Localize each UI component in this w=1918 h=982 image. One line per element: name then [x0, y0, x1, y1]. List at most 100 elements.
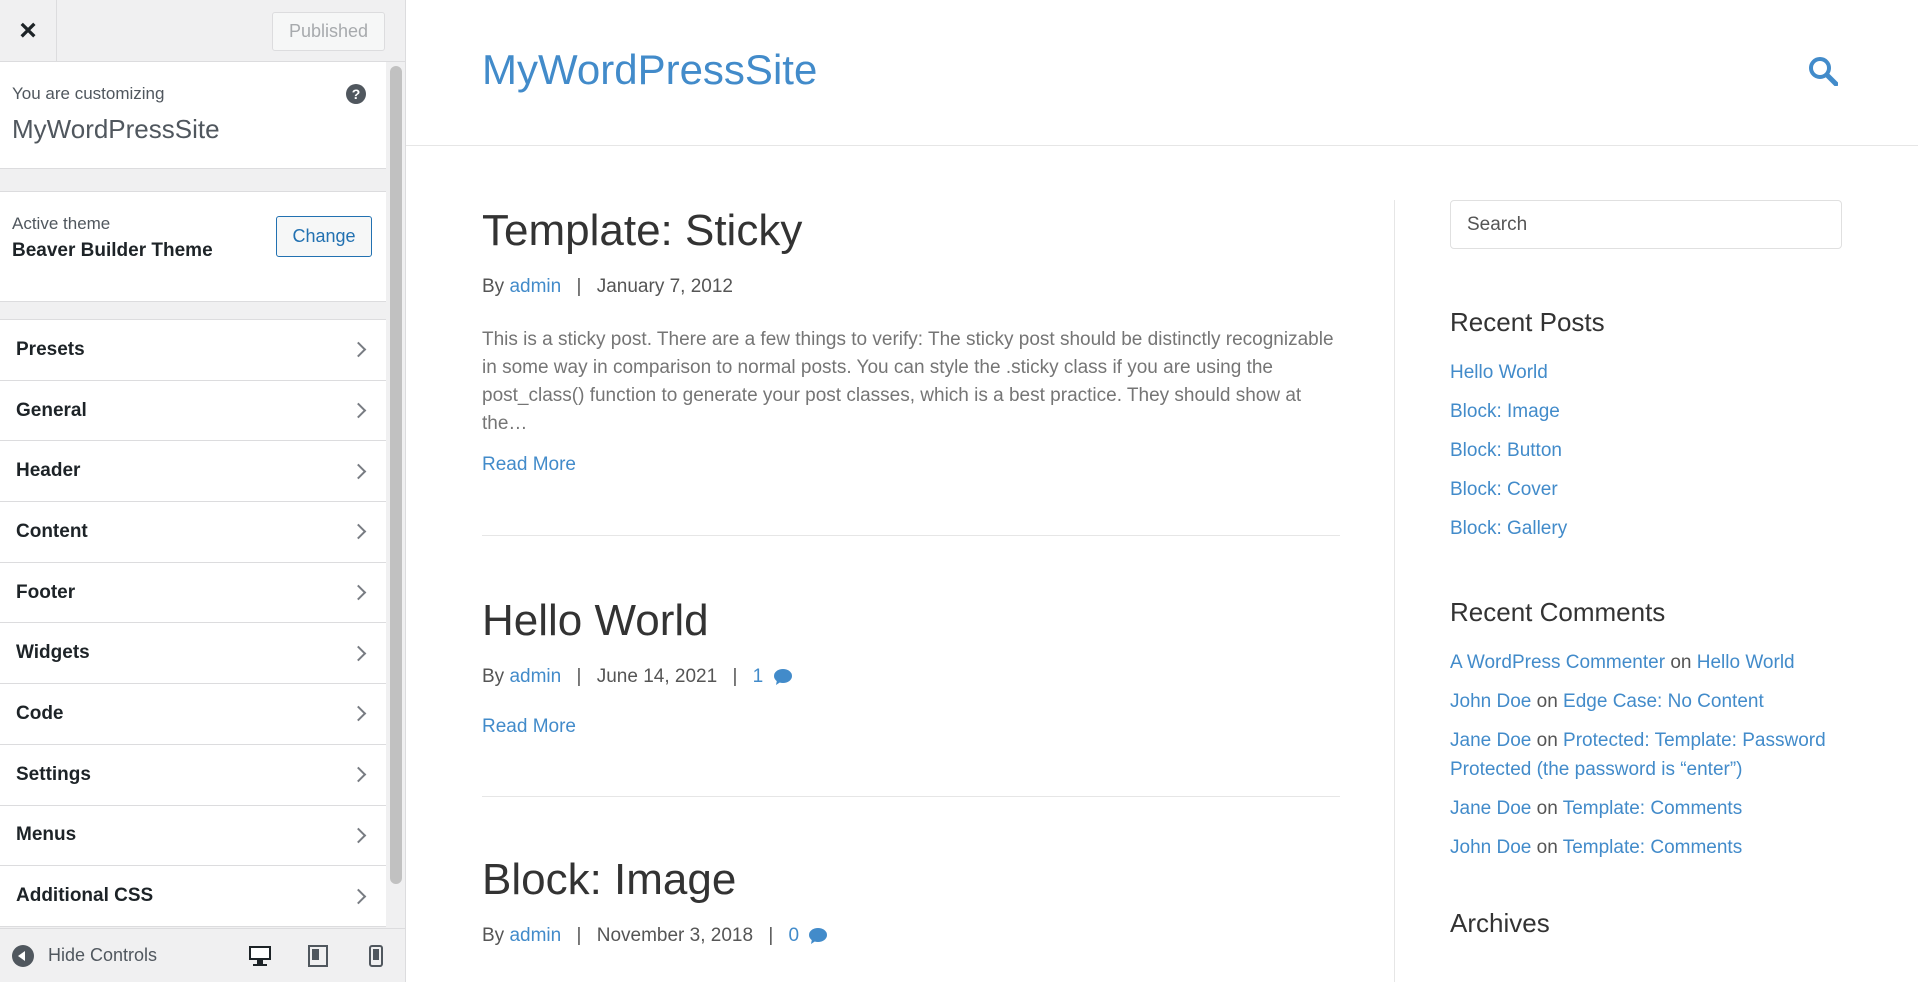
- customizer-sidebar: × Published You are customizing MyWordPr…: [0, 0, 406, 982]
- panel-presets[interactable]: Presets: [0, 320, 386, 381]
- read-more-link[interactable]: Read More: [482, 716, 576, 738]
- chevron-right-icon: [350, 706, 367, 722]
- comment-author-link[interactable]: A WordPress Commenter: [1450, 652, 1665, 673]
- help-icon[interactable]: ?: [346, 84, 366, 104]
- search-input[interactable]: [1450, 200, 1842, 249]
- active-theme-section: Active theme Beaver Builder Theme Change: [0, 191, 386, 302]
- site-title[interactable]: MyWordPressSite: [482, 46, 817, 94]
- tablet-preview-icon[interactable]: [306, 943, 330, 969]
- list-item: A WordPress Commenter on Hello World: [1450, 648, 1842, 677]
- post-by-label: By: [482, 925, 505, 946]
- publish-button[interactable]: Published: [272, 12, 385, 51]
- post-meta: By admin | January 7, 2012: [482, 276, 1340, 298]
- customizing-site-name: MyWordPressSite: [12, 114, 220, 144]
- customizer-header: × Published: [0, 0, 405, 62]
- on-label: on: [1536, 837, 1558, 858]
- panel-content[interactable]: Content: [0, 502, 386, 563]
- content-sidebar-divider: [1394, 200, 1395, 982]
- post-title[interactable]: Hello World: [482, 596, 1340, 646]
- post-meta: By admin | June 14, 2021 | 1: [482, 666, 1340, 688]
- customizer-footer: Hide Controls: [0, 928, 405, 982]
- panel-label: Content: [16, 520, 88, 542]
- panel-code[interactable]: Code: [0, 684, 386, 745]
- comment-bubble-icon: [773, 668, 792, 685]
- change-theme-button[interactable]: Change: [276, 216, 372, 257]
- comment-count: 0: [788, 925, 800, 946]
- desktop-preview-icon[interactable]: [248, 943, 272, 969]
- post-comments-link[interactable]: 0: [789, 925, 829, 946]
- post-comments-link[interactable]: 1: [753, 666, 793, 687]
- comment-author-link[interactable]: Jane Doe: [1450, 798, 1531, 819]
- panel-label: Footer: [16, 581, 76, 603]
- comment-author-link[interactable]: John Doe: [1450, 837, 1531, 858]
- post-excerpt: This is a sticky post. There are a few t…: [482, 329, 1334, 434]
- recent-post-link[interactable]: Block: Cover: [1450, 479, 1558, 500]
- chevron-right-icon: [350, 766, 367, 783]
- post-date: June 14, 2021: [596, 666, 718, 687]
- recent-comments-title: Recent Comments: [1450, 597, 1666, 627]
- chevron-right-icon: [350, 645, 367, 662]
- comment-post-link[interactable]: Hello World: [1697, 652, 1795, 673]
- search-icon[interactable]: [1808, 56, 1838, 86]
- close-customizer-button[interactable]: ×: [0, 0, 57, 62]
- sidebar-scrollbar[interactable]: [390, 66, 402, 884]
- on-label: on: [1536, 798, 1558, 819]
- recent-post-link[interactable]: Hello World: [1450, 362, 1548, 383]
- post-title[interactable]: Template: Sticky: [482, 206, 1340, 256]
- post-author-link[interactable]: admin: [509, 276, 561, 297]
- list-item: Block: Cover: [1450, 475, 1842, 504]
- read-more-link[interactable]: Read More: [482, 454, 576, 476]
- post-article: Template: Sticky By admin | January 7, 2…: [482, 146, 1340, 536]
- customizer-panel-scroll: You are customizing MyWordPressSite ? Ac…: [0, 62, 386, 928]
- chevron-right-icon: [350, 342, 367, 358]
- recent-post-link[interactable]: Block: Button: [1450, 440, 1562, 461]
- panel-settings[interactable]: Settings: [0, 744, 386, 806]
- recent-post-link[interactable]: Block: Gallery: [1450, 518, 1567, 539]
- comment-bubble-icon: [809, 927, 828, 944]
- panel-additional-css[interactable]: Additional CSS: [0, 866, 386, 927]
- list-item: Jane Doe on Template: Comments: [1450, 794, 1842, 823]
- site-preview: MyWordPressSite Template: Sticky By admi…: [406, 0, 1918, 982]
- posts-column: Template: Sticky By admin | January 7, 2…: [482, 146, 1340, 947]
- post-title[interactable]: Block: Image: [482, 855, 1340, 905]
- close-icon: ×: [19, 14, 37, 47]
- post-meta: By admin | November 3, 2018 | 0: [482, 925, 1340, 947]
- archives-title: Archives: [1450, 908, 1550, 938]
- post-by-label: By: [482, 276, 505, 297]
- panel-header[interactable]: Header: [0, 441, 386, 503]
- post-author-link[interactable]: admin: [509, 666, 561, 687]
- on-label: on: [1670, 652, 1692, 673]
- customizer-panel-list: Presets General Header Content Footer Wi…: [0, 319, 386, 927]
- panel-label: Presets: [16, 338, 85, 360]
- widget-sidebar: Recent Posts Hello World Block: Image Bl…: [1450, 200, 1842, 939]
- panel-label: Widgets: [16, 642, 90, 664]
- post-author-link[interactable]: admin: [509, 925, 561, 946]
- recent-post-link[interactable]: Block: Image: [1450, 401, 1560, 422]
- meta-separator: |: [576, 666, 582, 687]
- customizing-label: You are customizing: [12, 84, 165, 103]
- list-item: John Doe on Edge Case: No Content: [1450, 687, 1842, 716]
- on-label: on: [1536, 730, 1558, 751]
- meta-separator: |: [576, 925, 582, 946]
- chevron-right-icon: [350, 402, 367, 419]
- post-date: January 7, 2012: [596, 276, 733, 297]
- panel-footer[interactable]: Footer: [0, 562, 386, 624]
- panel-label: Code: [16, 702, 64, 724]
- panel-menus[interactable]: Menus: [0, 805, 386, 867]
- comment-author-link[interactable]: Jane Doe: [1450, 730, 1531, 751]
- comment-post-link[interactable]: Template: Comments: [1563, 837, 1743, 858]
- hide-controls-icon[interactable]: [12, 944, 34, 967]
- meta-separator: |: [576, 276, 582, 297]
- recent-posts-list: Hello World Block: Image Block: Button B…: [1450, 358, 1842, 543]
- on-label: on: [1536, 691, 1558, 712]
- chevron-right-icon: [350, 524, 367, 540]
- mobile-preview-icon[interactable]: [364, 943, 388, 969]
- post-by-label: By: [482, 666, 505, 687]
- panel-general[interactable]: General: [0, 380, 386, 442]
- comment-post-link[interactable]: Edge Case: No Content: [1563, 691, 1764, 712]
- list-item: Block: Image: [1450, 397, 1842, 426]
- hide-controls-button[interactable]: Hide Controls: [48, 945, 157, 966]
- panel-widgets[interactable]: Widgets: [0, 623, 386, 685]
- comment-post-link[interactable]: Template: Comments: [1563, 798, 1743, 819]
- comment-author-link[interactable]: John Doe: [1450, 691, 1531, 712]
